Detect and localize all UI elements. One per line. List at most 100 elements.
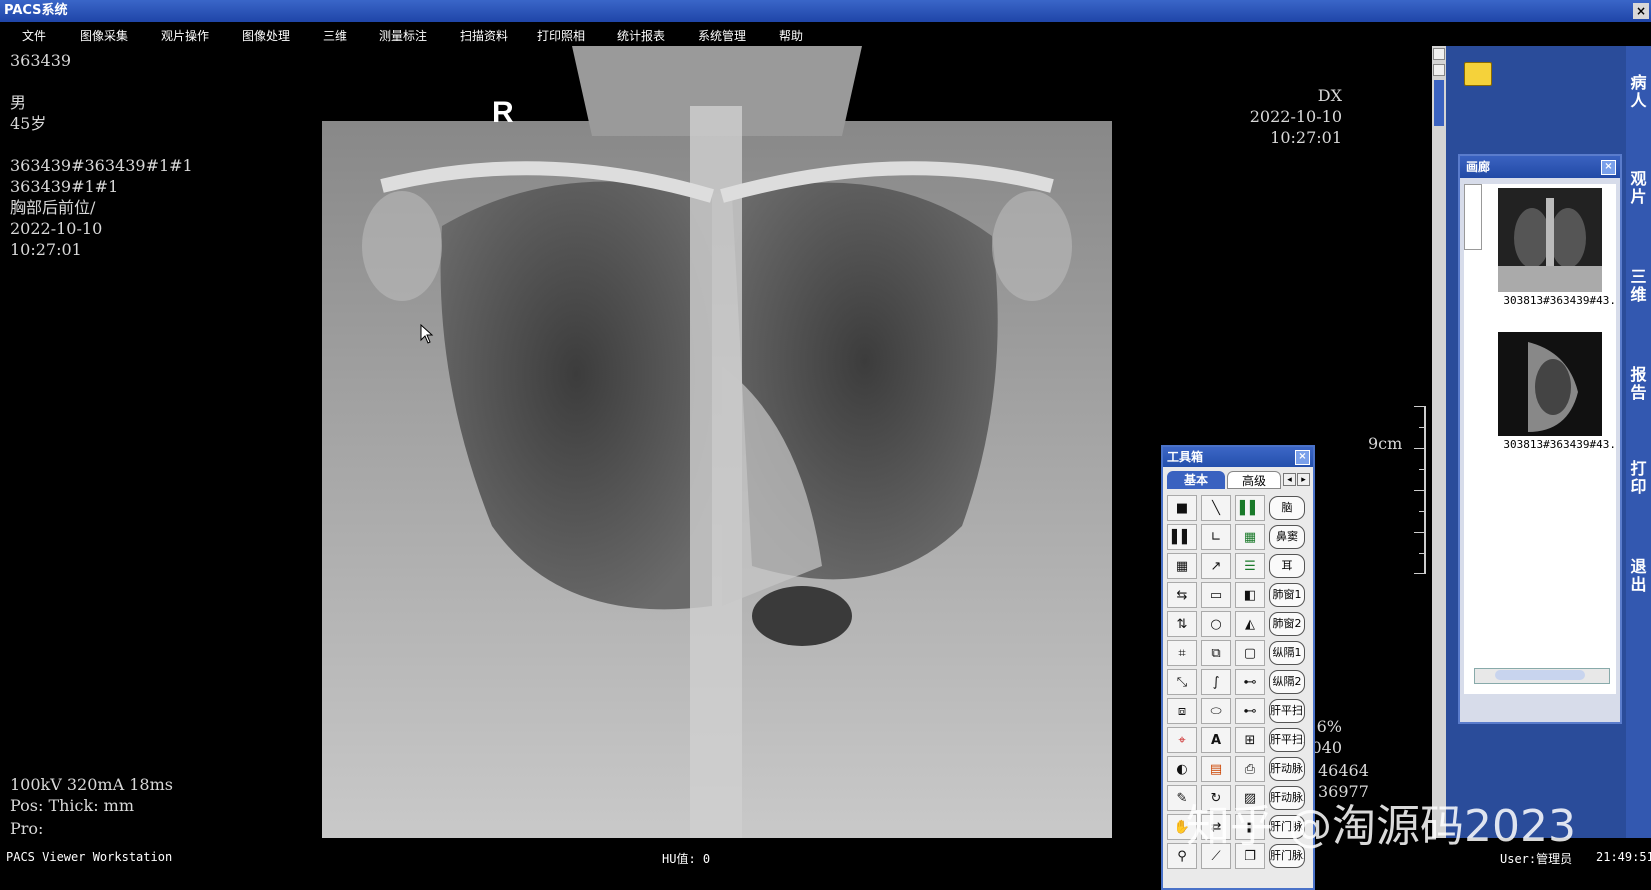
layout-split-green-icon[interactable]: ▌▌ bbox=[1235, 495, 1265, 521]
resize-icon[interactable]: ⤡ bbox=[1167, 669, 1197, 695]
arrow-tool-icon[interactable]: ↗ bbox=[1201, 553, 1231, 579]
grid-overlay-icon[interactable]: ⊞ bbox=[1235, 727, 1265, 753]
layout-2x2-icon[interactable]: ▦ bbox=[1167, 553, 1197, 579]
scroll-down-button[interactable] bbox=[1433, 64, 1445, 76]
preset-mediastinum-1[interactable]: 纵隔1 bbox=[1269, 641, 1305, 665]
compare-icon[interactable]: ⇆ bbox=[1167, 582, 1197, 608]
gallery-close-button[interactable]: × bbox=[1601, 160, 1616, 175]
menu-measure-annotate[interactable]: 测量标注 bbox=[379, 27, 427, 44]
window-title: PACS系统 bbox=[4, 3, 68, 18]
side-tab-patient[interactable]: 病人 bbox=[1626, 74, 1651, 110]
stack-icon[interactable]: ⇅ bbox=[1167, 611, 1197, 637]
close-button[interactable]: × bbox=[1633, 3, 1649, 19]
tab-basic[interactable]: 基本 bbox=[1167, 471, 1225, 489]
patient-id: 363439 bbox=[10, 51, 72, 70]
histogram-icon[interactable]: ◭ bbox=[1235, 611, 1265, 637]
save-image-icon[interactable]: ⎙ bbox=[1235, 756, 1265, 782]
overlay-study-info: DX 2022-10-10 10:27:01 bbox=[1250, 85, 1342, 148]
angle-tool-icon[interactable]: ∟ bbox=[1201, 524, 1231, 550]
side-tab-print[interactable]: 打印 bbox=[1626, 460, 1651, 496]
menu-file[interactable]: 文件 bbox=[22, 27, 46, 44]
watermark: 知乎 @淘源码2023 bbox=[1186, 801, 1576, 852]
toolbox-title: 工具箱 bbox=[1167, 450, 1204, 464]
scroll-up-button[interactable] bbox=[1433, 48, 1445, 60]
preset-mediastinum-2[interactable]: 纵隔2 bbox=[1269, 670, 1305, 694]
preset-lung-window-2[interactable]: 肺窗2 bbox=[1269, 612, 1305, 636]
side-tab-viewing[interactable]: 观片 bbox=[1626, 170, 1651, 206]
rectangle-tool-icon[interactable]: ▭ bbox=[1201, 582, 1231, 608]
status-app-name: PACS Viewer Workstation bbox=[6, 850, 173, 864]
invert-icon[interactable]: ◐ bbox=[1167, 756, 1197, 782]
menu-scan-data[interactable]: 扫描资料 bbox=[460, 27, 508, 44]
patient-age: 45岁 bbox=[10, 114, 47, 133]
text-tool-icon[interactable]: A bbox=[1201, 727, 1231, 753]
scale-ruler bbox=[1412, 406, 1426, 574]
blank-frame-icon[interactable]: ▢ bbox=[1235, 640, 1265, 666]
menu-image-processing[interactable]: 图像处理 bbox=[242, 27, 290, 44]
preset-brain[interactable]: 脑 bbox=[1269, 496, 1305, 520]
menu-help[interactable]: 帮助 bbox=[779, 27, 803, 44]
crosshair-icon[interactable]: ⌖ bbox=[1167, 727, 1197, 753]
contrast-gradient-icon[interactable]: ◧ bbox=[1235, 582, 1265, 608]
tab-advanced[interactable]: 高级 bbox=[1227, 471, 1281, 489]
link-red-2-icon[interactable]: ⊷ bbox=[1235, 698, 1265, 724]
preset-liver-plain-1[interactable]: 肝平扫1 bbox=[1269, 699, 1305, 723]
preset-liver-arterial-1[interactable]: 肝动脉1 bbox=[1269, 757, 1305, 781]
layout-1x1-icon[interactable]: ■ bbox=[1167, 495, 1197, 521]
sync-icon[interactable]: ⧈ bbox=[1167, 698, 1197, 724]
curve-tool-icon[interactable]: ∫ bbox=[1201, 669, 1231, 695]
orientation-marker: R bbox=[492, 96, 514, 129]
gallery-title: 画廊 bbox=[1466, 160, 1491, 174]
menu-bar: 文件 图像采集 观片操作 图像处理 三维 测量标注 扫描资料 打印照相 统计报表… bbox=[0, 22, 1651, 46]
link-red-icon[interactable]: ⊷ bbox=[1235, 669, 1265, 695]
tab-next-icon[interactable]: ▸ bbox=[1297, 473, 1310, 486]
preset-lung-window-1[interactable]: 肺窗1 bbox=[1269, 583, 1305, 607]
freehand-roi-icon[interactable]: ⬭ bbox=[1201, 698, 1231, 724]
fit-window-icon[interactable]: ⌗ bbox=[1167, 640, 1197, 666]
status-time: 21:49:51 bbox=[1596, 850, 1651, 864]
side-tab-exit[interactable]: 退出 bbox=[1626, 558, 1651, 594]
line-tool-icon[interactable]: ╲ bbox=[1201, 495, 1231, 521]
status-hu-value: HU值: 0 bbox=[662, 852, 711, 866]
toolbox-close-button[interactable]: × bbox=[1295, 450, 1310, 465]
chest-xray-image bbox=[322, 46, 1112, 838]
preset-liver-plain-2[interactable]: 肝平扫2 bbox=[1269, 728, 1305, 752]
overlay-patient-info: 363439 男 45岁 363439#363439#1#1 363439#1#… bbox=[10, 50, 193, 260]
menu-print[interactable]: 打印照相 bbox=[537, 27, 585, 44]
menu-view-operations[interactable]: 观片操作 bbox=[161, 27, 209, 44]
thumbnail-caption: 303813#363439#43. bbox=[1503, 438, 1616, 451]
modality: DX bbox=[1317, 86, 1342, 105]
scroll-thumb[interactable] bbox=[1434, 80, 1444, 126]
thumbnail-lateral[interactable] bbox=[1498, 332, 1602, 436]
layout-rows-green-icon[interactable]: ☰ bbox=[1235, 553, 1265, 579]
body-part: 胸部后前位/ bbox=[10, 198, 96, 217]
thumbnail-pa[interactable] bbox=[1498, 188, 1602, 292]
gallery-scrollbar[interactable] bbox=[1474, 668, 1610, 684]
gallery-body: 303813#363439#43. 303813#363439#43. bbox=[1464, 184, 1616, 694]
menu-image-capture[interactable]: 图像采集 bbox=[80, 27, 128, 44]
preset-sinus[interactable]: 鼻窦 bbox=[1269, 525, 1305, 549]
window-width: 46464 bbox=[1318, 761, 1369, 780]
layout-grid-green-icon[interactable]: ▦ bbox=[1235, 524, 1265, 550]
copy-tool-icon[interactable]: ⧉ bbox=[1201, 640, 1231, 666]
color-map-icon[interactable]: ▤ bbox=[1201, 756, 1231, 782]
gallery-scroll-thumb[interactable] bbox=[1495, 670, 1585, 680]
folder-icon[interactable] bbox=[1464, 62, 1492, 86]
acq-time: 10:27:01 bbox=[1270, 128, 1342, 147]
menu-system[interactable]: 系统管理 bbox=[698, 27, 746, 44]
patient-sex: 男 bbox=[10, 93, 27, 112]
side-tab-report[interactable]: 报告 bbox=[1626, 366, 1651, 402]
overlay-exposure: 100kV 320mA 18ms Pos: Thick: mm Pro: bbox=[10, 774, 173, 838]
layout-1x2-icon[interactable]: ▌▌ bbox=[1167, 524, 1197, 550]
side-tab-3d[interactable]: 三维 bbox=[1626, 268, 1651, 304]
thumbnail-caption: 303813#363439#43. bbox=[1503, 294, 1616, 307]
study-uid: 363439#363439#1#1 bbox=[10, 156, 193, 175]
tab-prev-icon[interactable]: ◂ bbox=[1283, 473, 1296, 486]
right-panel: 画廊 × 303813#363439#43. 303813#363439#43. bbox=[1446, 46, 1626, 838]
ellipse-tool-icon[interactable]: ○ bbox=[1201, 611, 1231, 637]
menu-3d[interactable]: 三维 bbox=[323, 27, 347, 44]
viewer-scrollbar[interactable] bbox=[1432, 46, 1446, 838]
scale-label: 9cm bbox=[1368, 434, 1403, 453]
menu-reports[interactable]: 统计报表 bbox=[617, 27, 665, 44]
preset-ear[interactable]: 耳 bbox=[1269, 554, 1305, 578]
